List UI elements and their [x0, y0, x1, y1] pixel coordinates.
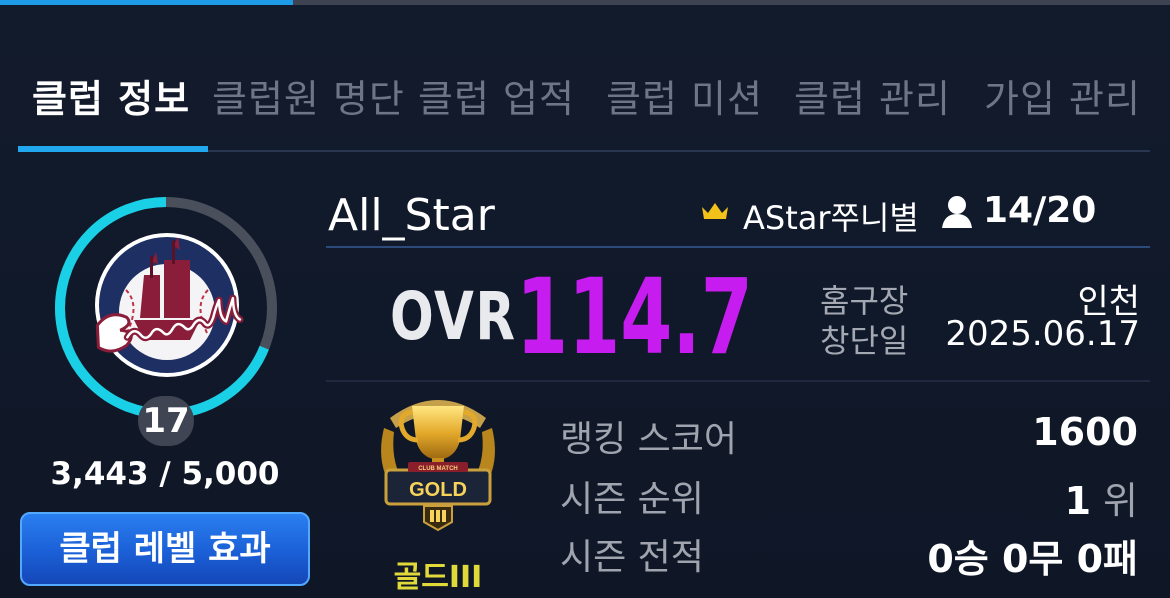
gold-trophy-icon: CLUB MATCH GOLD	[381, 400, 495, 532]
club-level-ring	[50, 192, 282, 424]
section-divider	[326, 380, 1150, 382]
tier-name: 골드III	[393, 560, 483, 595]
active-tab-indicator	[18, 146, 208, 152]
ranking-score-value: 1600	[1032, 410, 1138, 454]
svg-text:GOLD: GOLD	[409, 479, 467, 501]
founded-date-label: 창단일	[820, 322, 909, 360]
club-emblem-icon	[95, 233, 244, 377]
tab-club-achievements[interactable]: 클럽 업적	[418, 68, 575, 123]
founded-date-value: 2025.06.17	[945, 314, 1140, 354]
svg-text:CLUB MATCH: CLUB MATCH	[418, 466, 458, 472]
club-level-badge: 17	[138, 396, 194, 446]
season-rank-label: 시즌 순위	[560, 479, 704, 520]
club-leader-name: AStar쭈니별	[743, 199, 919, 237]
season-record-label: 시즌 전적	[560, 537, 704, 578]
member-count: 14/20	[983, 190, 1097, 231]
tab-bar: 클럽 정보 클럽원 명단 클럽 업적 클럽 미션 클럽 관리 가입 관리	[0, 68, 1170, 124]
club-name: All_Star	[328, 190, 495, 241]
ovr-label: OVR	[390, 278, 517, 355]
crown-icon	[702, 203, 728, 219]
ovr-value: 114.7	[516, 256, 753, 378]
season-rank-value: 1위	[1064, 479, 1138, 523]
tab-club-info[interactable]: 클럽 정보	[32, 68, 190, 123]
person-icon	[942, 196, 972, 228]
club-level-effect-button[interactable]: 클럽 레벨 효과	[20, 512, 310, 586]
tab-club-management[interactable]: 클럽 관리	[794, 68, 951, 123]
ranking-score-label: 랭킹 스코어	[560, 419, 738, 460]
club-exp-text: 3,443 / 5,000	[50, 456, 280, 492]
season-record-value: 0승 0무 0패	[927, 537, 1138, 581]
tab-club-missions[interactable]: 클럽 미션	[606, 68, 763, 123]
tab-club-members[interactable]: 클럽원 명단	[212, 68, 405, 123]
tab-join-management[interactable]: 가입 관리	[984, 68, 1141, 123]
header-divider	[326, 246, 1150, 248]
